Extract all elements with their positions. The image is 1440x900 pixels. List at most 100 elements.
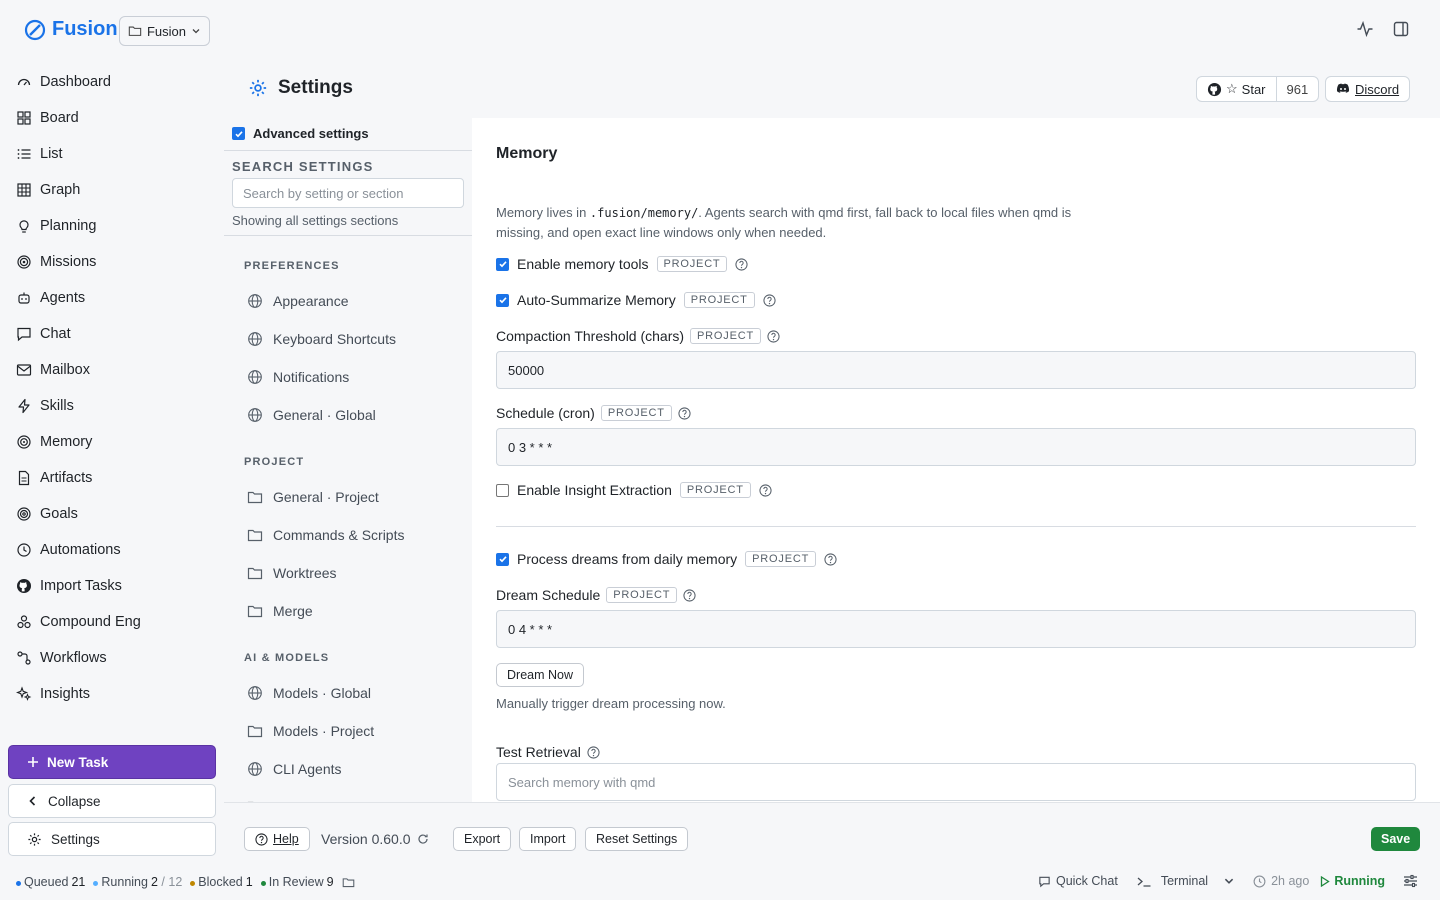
panel-toggle-icon[interactable]	[1392, 20, 1410, 38]
help-circle-icon[interactable]	[587, 745, 600, 759]
nav-item-label: Goals	[40, 506, 78, 522]
nav-item-mailbox[interactable]: Mailbox	[16, 352, 216, 388]
settings-nav-label: Merge	[273, 603, 313, 619]
folder-icon[interactable]	[342, 876, 355, 889]
help-circle-icon[interactable]	[824, 552, 837, 566]
export-button[interactable]: Export	[453, 827, 512, 851]
search-settings-input[interactable]: Search by setting or section	[232, 178, 464, 208]
help-circle-icon[interactable]	[735, 257, 749, 271]
nav-item-list[interactable]: List	[16, 136, 216, 172]
search-settings-title: SEARCH SETTINGS	[232, 159, 374, 174]
queued-count[interactable]: Queued 21	[16, 875, 85, 889]
settings-nav-agents-permissions[interactable]: Agents & Permissions	[244, 788, 472, 802]
nav-item-label: List	[40, 146, 63, 162]
discord-link[interactable]: Discord	[1325, 76, 1411, 102]
help-circle-icon[interactable]	[678, 406, 691, 420]
brain-icon	[17, 435, 31, 449]
nav-item-graph[interactable]: Graph	[16, 172, 216, 208]
engine-status[interactable]: Running	[1320, 874, 1385, 888]
blocked-label: Blocked	[198, 875, 243, 889]
settings-nav-models-project[interactable]: Models · Project	[244, 712, 472, 750]
insight-extraction-checkbox[interactable]	[496, 483, 509, 497]
test-retrieval-input[interactable]: Search memory with qmd	[496, 763, 1416, 801]
save-button[interactable]: Save	[1371, 827, 1421, 851]
terminal-button[interactable]: Terminal	[1136, 874, 1235, 888]
nav-item-label: Automations	[40, 542, 121, 558]
enable-memory-tools-checkbox[interactable]	[496, 257, 509, 271]
settings-nav-appearance[interactable]: Appearance	[244, 282, 472, 320]
process-dreams-checkbox[interactable]	[496, 552, 509, 566]
nav-item-label: Missions	[40, 254, 97, 270]
nav-item-label: Planning	[40, 218, 97, 234]
compaction-threshold-input[interactable]: 50000	[496, 351, 1416, 389]
reset-settings-button[interactable]: Reset Settings	[585, 827, 689, 851]
activity-icon[interactable]	[1356, 20, 1374, 38]
nav-item-label: Insights	[40, 686, 90, 702]
project-badge: PROJECT	[690, 328, 761, 344]
running-count[interactable]: Running 2 / 12	[93, 875, 182, 889]
nav-item-board[interactable]: Board	[16, 100, 216, 136]
nav-item-missions[interactable]: Missions	[16, 244, 216, 280]
nav-item-insights[interactable]: Insights	[16, 676, 216, 712]
refresh-icon[interactable]	[417, 833, 429, 845]
folder-icon	[128, 26, 142, 36]
schedule-cron-input[interactable]: 0 3 * * *	[496, 428, 1416, 466]
nav-item-artifacts[interactable]: Artifacts	[16, 460, 216, 496]
sparkle-icon	[16, 686, 32, 701]
help-circle-icon[interactable]	[759, 483, 772, 497]
fusion-logo-icon	[24, 19, 46, 40]
page-title-text: Settings	[278, 77, 353, 98]
nav-item-goals[interactable]: Goals	[16, 496, 216, 532]
dream-schedule-input[interactable]: 0 4 * * *	[496, 610, 1416, 648]
nav-item-workflows[interactable]: Workflows	[16, 640, 216, 676]
settings-nav-general-project[interactable]: General · Project	[244, 478, 472, 516]
nav-item-planning[interactable]: Planning	[16, 208, 216, 244]
help-circle-icon[interactable]	[767, 329, 780, 343]
settings-nav-label: Commands & Scripts	[273, 527, 405, 543]
help-circle-icon[interactable]	[763, 293, 776, 307]
project-badge: PROJECT	[600, 405, 672, 421]
collapse-button[interactable]: Collapse	[8, 784, 216, 818]
review-count[interactable]: In Review 9	[260, 875, 334, 889]
settings-button[interactable]: Settings	[8, 822, 216, 856]
sliders-icon[interactable]	[1403, 874, 1418, 888]
project-selector[interactable]: Fusion	[119, 16, 210, 46]
new-task-button[interactable]: New Task	[8, 745, 216, 779]
settings-nav-keyboard-shortcuts[interactable]: Keyboard Shortcuts	[244, 320, 472, 358]
check-icon	[498, 261, 507, 268]
blocked-count[interactable]: Blocked 1	[190, 875, 253, 889]
import-button[interactable]: Import	[519, 827, 577, 851]
settings-nav-worktrees[interactable]: Worktrees	[244, 554, 472, 592]
section-description: Memory lives in .fusion/memory/. Agents …	[496, 203, 1116, 242]
advanced-checkbox[interactable]	[232, 127, 245, 140]
dream-now-button[interactable]: Dream Now	[496, 663, 584, 687]
github-icon	[17, 579, 31, 593]
help-circle-icon[interactable]	[683, 588, 696, 602]
settings-nav-cli-agents[interactable]: CLI Agents	[244, 750, 472, 788]
quick-chat-button[interactable]: Quick Chat	[1038, 874, 1118, 888]
nav-item-chat[interactable]: Chat	[16, 316, 216, 352]
advanced-settings-toggle[interactable]: Advanced settings	[232, 126, 369, 141]
auto-summarize-row: Auto-Summarize Memory PROJECT	[496, 292, 776, 308]
nav-item-memory[interactable]: Memory	[16, 424, 216, 460]
nav-item-skills[interactable]: Skills	[16, 388, 216, 424]
terminal-icon	[1137, 877, 1151, 887]
settings-nav-models-global[interactable]: Models · Global	[244, 674, 472, 712]
nav-item-agents[interactable]: Agents	[16, 280, 216, 316]
auto-summarize-checkbox[interactable]	[496, 293, 509, 307]
list-icon	[17, 149, 31, 159]
nav-item-import-tasks[interactable]: Import Tasks	[16, 568, 216, 604]
nav-item-dashboard[interactable]: Dashboard	[16, 64, 216, 100]
nav-item-automations[interactable]: Automations	[16, 532, 216, 568]
nav-item-compound-eng[interactable]: Compound Eng	[16, 604, 216, 640]
settings-nav-notifications[interactable]: Notifications	[244, 358, 472, 396]
github-star-button[interactable]: ☆ Star	[1197, 77, 1277, 101]
brand-logo[interactable]: Fusion	[24, 18, 118, 41]
star-count[interactable]: 961	[1277, 77, 1319, 101]
running-separator: /	[161, 875, 165, 889]
folder-icon	[247, 491, 263, 504]
help-button[interactable]: Help	[244, 827, 310, 851]
settings-nav-merge[interactable]: Merge	[244, 592, 472, 630]
settings-nav-commands-scripts[interactable]: Commands & Scripts	[244, 516, 472, 554]
settings-nav-general-global[interactable]: General · Global	[244, 396, 472, 434]
